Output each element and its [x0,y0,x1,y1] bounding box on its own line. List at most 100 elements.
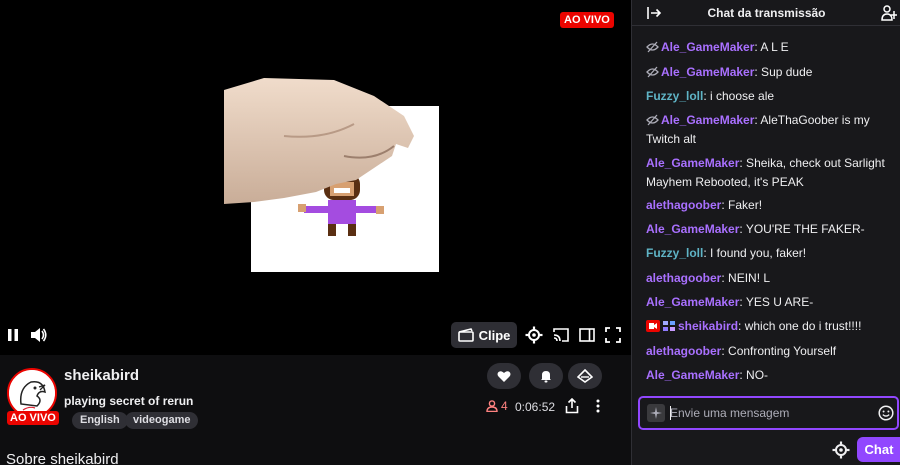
cast-icon [553,328,569,342]
broadcaster-badge-icon [646,320,660,332]
viewer-count-value: 4 [501,399,508,413]
no-audio-badge-icon [646,66,659,78]
clip-button[interactable]: Clipe [451,322,517,348]
stream-title: playing secret of rerun [64,394,194,408]
chat-text: : YOU'RE THE FAKER- [739,222,865,236]
chat-username[interactable]: Ale_GameMaker [661,40,754,54]
chat-username[interactable]: Ale_GameMaker [661,65,754,79]
chat-text: : NO- [739,368,769,382]
community-button[interactable] [881,4,899,22]
chat-username[interactable]: Ale_GameMaker [646,222,739,236]
chat-message: Ale_GameMaker: A L E [646,38,896,57]
puzzle-badge-icon [663,321,675,331]
chat-message: Fuzzy_loll: i choose ale [646,87,896,106]
collapse-chat-button[interactable] [646,5,662,21]
collapse-arrow-icon [647,7,662,19]
chat-message: Fuzzy_loll: I found you, faker! [646,244,896,263]
more-options-button[interactable] [590,398,606,414]
follow-button[interactable] [487,363,521,389]
sparkle-button[interactable] [647,404,665,422]
chat-message: Ale_GameMaker: YOU'RE THE FAKER- [646,220,896,239]
video-hand [224,78,414,204]
theatre-icon [579,328,595,342]
cast-button[interactable] [550,325,572,345]
chat-message-list: Ale_GameMaker: A L E Ale_GameMaker: Sup … [632,26,900,392]
no-audio-badge-icon [646,114,659,126]
tag-videogame[interactable]: videogame [125,412,199,429]
fullscreen-button[interactable] [603,325,623,345]
chat-message: Ale_GameMaker: AleThaGoober is my Twitch… [646,111,896,149]
no-audio-badge-icon [646,41,659,53]
gift-button[interactable] [568,363,602,389]
chat-text: : i choose ale [703,89,775,103]
chat-settings-button[interactable] [832,441,850,459]
chat-message-input[interactable] [670,403,870,423]
chat-message: Ale_GameMaker: Sheika, check out Sarligh… [646,154,896,192]
chat-username[interactable]: Fuzzy_loll [646,246,703,260]
chat-message: sheikabird: which one do i trust!!!! [646,317,896,336]
live-badge: AO VIVO [560,12,614,28]
chat-text: : I found you, faker! [703,246,807,260]
chat-username[interactable]: alethagoober [646,344,721,358]
chat-message: Ale_GameMaker: YES U ARE- [646,293,896,312]
chat-text: : which one do i trust!!!! [738,319,862,333]
chat-text: : A L E [754,40,789,54]
about-heading: Sobre sheikabird [6,451,119,465]
notifications-button[interactable] [529,363,563,389]
share-button[interactable] [565,397,581,414]
pause-icon [8,329,18,341]
chat-username[interactable]: alethagoober [646,271,721,285]
more-vertical-icon [596,399,600,413]
chat-username[interactable]: sheikabird [678,319,738,333]
sparkle-icon [650,407,662,419]
clip-label: Clipe [478,327,511,343]
gear-icon [832,441,850,459]
player-settings-button[interactable] [523,324,545,346]
chat-text: : NEIN! L [721,271,771,285]
emoji-button[interactable] [878,405,894,421]
text-caret [670,406,671,420]
chat-header: Chat da transmissão [632,0,900,26]
video-player[interactable]: AO VIVO Clipe [0,0,631,355]
chat-title: Chat da transmissão [707,5,826,20]
chat-username[interactable]: Fuzzy_loll [646,89,703,103]
gear-icon [525,326,543,344]
chat-message: alethagoober: NEIN! L [646,269,896,288]
chat-text: : Sup dude [754,65,813,79]
share-icon [565,397,579,414]
diamond-icon [577,369,593,383]
chat-message: alethagoober: Confronting Yourself [646,342,896,361]
chat-text: : Confronting Yourself [721,344,837,358]
viewer-count: 4 [486,399,508,413]
chat-username[interactable]: Ale_GameMaker [661,113,754,127]
chat-username[interactable]: alethagoober [646,198,721,212]
chat-message: Ale_GameMaker: Sup dude [646,63,896,82]
chat-username[interactable]: Ale_GameMaker [646,295,739,309]
volume-button[interactable] [28,325,50,345]
avatar-bird-icon [9,370,55,416]
pause-button[interactable] [4,326,22,344]
channel-info: AO VIVO sheikabird playing secret of rer… [0,355,631,465]
users-icon [881,5,897,21]
channel-name[interactable]: sheikabird [64,367,139,384]
chat-text: : YES U ARE- [739,295,814,309]
viewer-person-icon [486,400,498,412]
chat-send-button[interactable]: Chat [857,437,900,462]
clip-icon [457,328,474,342]
theatre-mode-button[interactable] [576,325,598,345]
chat-input-box [638,396,899,430]
avatar-live-badge: AO VIVO [7,411,59,425]
tag-english[interactable]: English [72,412,128,429]
smiley-icon [878,405,894,421]
heart-icon [497,370,511,382]
chat-message: alethagoober: Faker! [646,196,896,215]
chat-panel: Chat da transmissão Ale_GameMaker: A L E… [631,0,900,465]
chat-username[interactable]: Ale_GameMaker [646,368,739,382]
stream-uptime: 0:06:52 [515,400,556,414]
chat-username[interactable]: Ale_GameMaker [646,156,739,170]
volume-icon [31,328,47,342]
bell-icon [541,371,551,383]
fullscreen-icon [605,327,621,343]
chat-message: Ale_GameMaker: NO- [646,366,896,385]
chat-text: : Faker! [721,198,763,212]
